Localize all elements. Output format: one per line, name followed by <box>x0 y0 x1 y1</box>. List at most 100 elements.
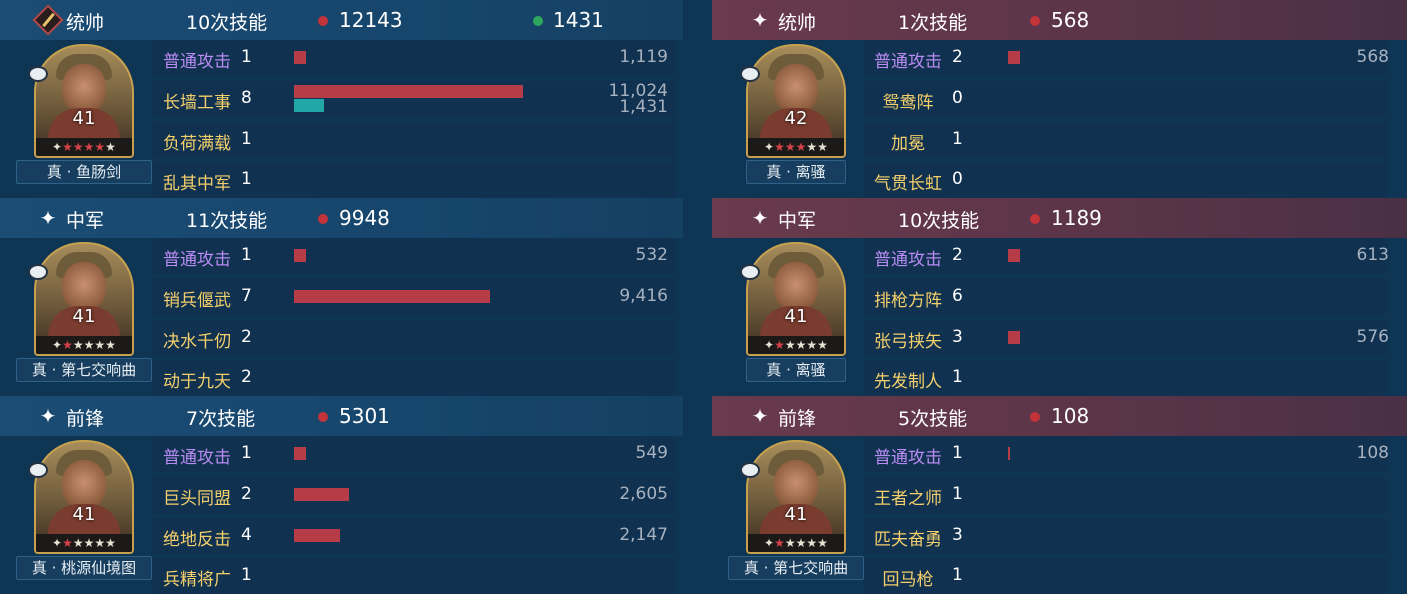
skill-row[interactable]: 长墙工事 8 11,024 1,431 <box>153 81 676 117</box>
damage-bar <box>1008 249 1020 262</box>
skill-row[interactable]: 匹夫奋勇 3 <box>864 518 1387 554</box>
tactic-label[interactable]: 真 · 离骚 <box>746 358 846 382</box>
skill-damage-value: 613 <box>1356 245 1389 265</box>
damage-dot-icon <box>1030 16 1040 26</box>
tactic-label[interactable]: 真 · 鱼肠剑 <box>16 160 152 184</box>
skill-row[interactable]: 普通攻击 2 613 <box>864 238 1389 274</box>
tactic-label[interactable]: 真 · 离骚 <box>746 160 846 184</box>
skill-row[interactable]: 乱其中军 1 <box>153 162 676 198</box>
skill-count: 2 <box>241 327 252 347</box>
star-icon: ★ <box>774 338 785 352</box>
skill-row[interactable]: 排枪方阵 6 <box>864 279 1387 315</box>
star-icon: ✦ <box>751 8 769 32</box>
mount-icon <box>740 462 760 478</box>
star-icon: ✦ <box>764 536 775 550</box>
skill-damage-value: 108 <box>1356 443 1389 463</box>
skill-name: 乱其中军 <box>163 174 231 194</box>
skill-damage-value: 532 <box>635 245 668 265</box>
role-label: 前锋 <box>778 408 817 430</box>
general-header: 统帅 10次技能 12143 1431 <box>0 0 683 40</box>
skill-row[interactable]: 兵精将广 1 <box>153 558 676 594</box>
skill-row[interactable]: 回马枪 1 <box>864 558 1387 594</box>
damage-bar <box>294 529 340 542</box>
general-block: ✦ 中军 10次技能 1189 41 ✦★★★★★ 真 · 离骚 普通攻击 2 613 排枪方阵 6 张… <box>712 198 1407 396</box>
skill-damage-value: 549 <box>635 443 668 463</box>
skill-count: 7 <box>241 286 252 306</box>
skill-count: 2 <box>952 245 963 265</box>
skill-row[interactable]: 张弓挟矢 3 576 <box>864 320 1389 356</box>
skill-row[interactable]: 巨头同盟 2 2,605 <box>153 477 676 513</box>
skill-row[interactable]: 普通攻击 2 568 <box>864 40 1389 76</box>
skill-name: 王者之师 <box>874 489 942 509</box>
skill-row[interactable]: 先发制人 1 <box>864 360 1387 396</box>
skill-row[interactable]: 绝地反击 4 2,147 <box>153 518 676 554</box>
star-icon: ★ <box>817 140 828 154</box>
skill-damage-value: 9,416 <box>619 286 668 306</box>
damage-bar <box>1008 331 1020 344</box>
damage-dot-icon <box>1030 214 1040 224</box>
skill-count: 1 <box>952 129 963 149</box>
general-portrait[interactable]: 41 ✦★★★★★ <box>746 440 846 554</box>
damage-total: 108 <box>1051 404 1090 428</box>
skill-count: 1 <box>952 443 963 463</box>
damage-total: 9948 <box>339 206 390 230</box>
skill-count: 1 <box>952 565 963 585</box>
skill-row[interactable]: 负荷满载 1 <box>153 122 676 158</box>
star-icon: ★ <box>774 536 785 550</box>
skill-row[interactable]: 加冕 1 <box>864 122 1387 158</box>
skill-name: 先发制人 <box>874 372 942 392</box>
skill-row[interactable]: 普通攻击 1 549 <box>153 436 676 472</box>
damage-total: 1189 <box>1051 206 1102 230</box>
tactic-label[interactable]: 真 · 桃源仙境图 <box>16 556 152 580</box>
skill-row[interactable]: 销兵偃武 7 9,416 <box>153 279 676 315</box>
general-portrait[interactable]: 42 ✦★★★★★ <box>746 44 846 158</box>
skill-heal-value: 1,431 <box>619 97 668 117</box>
star-icon: ★ <box>784 140 796 154</box>
general-level: 41 <box>784 504 808 525</box>
cast-count: 10次技能 <box>898 210 980 232</box>
damage-dot-icon <box>318 16 328 26</box>
general-portrait[interactable]: 41 ✦★★★★★ <box>34 440 134 554</box>
face-shape <box>774 64 818 114</box>
general-portrait[interactable]: 41 ✦★★★★★ <box>746 242 846 356</box>
star-rating: ✦★★★★★ <box>36 336 132 354</box>
damage-bar <box>294 488 349 501</box>
general-block: ✦ 前锋 7次技能 5301 41 ✦★★★★★ 真 · 桃源仙境图 普通攻击 1 549 巨头同盟… <box>0 396 683 594</box>
general-portrait[interactable]: 41 ✦★★★★★ <box>34 44 134 158</box>
skill-row[interactable]: 气贯长虹 0 <box>864 162 1387 198</box>
damage-dot-icon <box>1030 412 1040 422</box>
enemy-team-panel: ✦ 统帅 1次技能 568 42 ✦★★★★★ 真 · 离骚 普通攻击 2 568 鸳鸯阵 0 加冕 1 气… <box>712 0 1407 594</box>
skill-row[interactable]: 决水千仞 2 <box>153 320 676 356</box>
star-icon: ★ <box>62 536 73 550</box>
skill-name: 动于九天 <box>163 372 231 392</box>
general-portrait[interactable]: 41 ✦★★★★★ <box>34 242 134 356</box>
role-label: 前锋 <box>66 408 105 430</box>
star-icon: ★ <box>83 338 95 352</box>
star-rating: ✦★★★★★ <box>748 336 844 354</box>
general-header: ✦ 统帅 1次技能 568 <box>712 0 1407 40</box>
tactic-label[interactable]: 真 · 第七交响曲 <box>16 358 152 382</box>
skill-count: 1 <box>952 484 963 504</box>
general-header: ✦ 前锋 5次技能 108 <box>712 396 1407 436</box>
face-shape <box>62 460 106 510</box>
role-label: 统帅 <box>778 12 817 34</box>
skill-row[interactable]: 鸳鸯阵 0 <box>864 81 1387 117</box>
star-rating: ✦★★★★★ <box>748 138 844 156</box>
cast-count: 11次技能 <box>186 210 268 232</box>
skill-count: 2 <box>952 47 963 67</box>
skill-row[interactable]: 普通攻击 1 108 <box>864 436 1389 472</box>
general-header: ✦ 中军 11次技能 9948 <box>0 198 683 238</box>
skill-name: 匹夫奋勇 <box>874 530 942 550</box>
skill-row[interactable]: 动于九天 2 <box>153 360 676 396</box>
tactic-label[interactable]: 真 · 第七交响曲 <box>728 556 864 580</box>
damage-dot-icon <box>318 412 328 422</box>
star-icon: ★ <box>817 536 828 550</box>
skill-row[interactable]: 普通攻击 1 532 <box>153 238 676 274</box>
mount-icon <box>740 66 760 82</box>
face-shape <box>62 262 106 312</box>
skill-row[interactable]: 王者之师 1 <box>864 477 1387 513</box>
skill-row[interactable]: 普通攻击 1 1,119 <box>153 40 676 76</box>
skill-name: 巨头同盟 <box>163 489 231 509</box>
star-icon: ★ <box>62 338 73 352</box>
skill-count: 1 <box>241 245 252 265</box>
